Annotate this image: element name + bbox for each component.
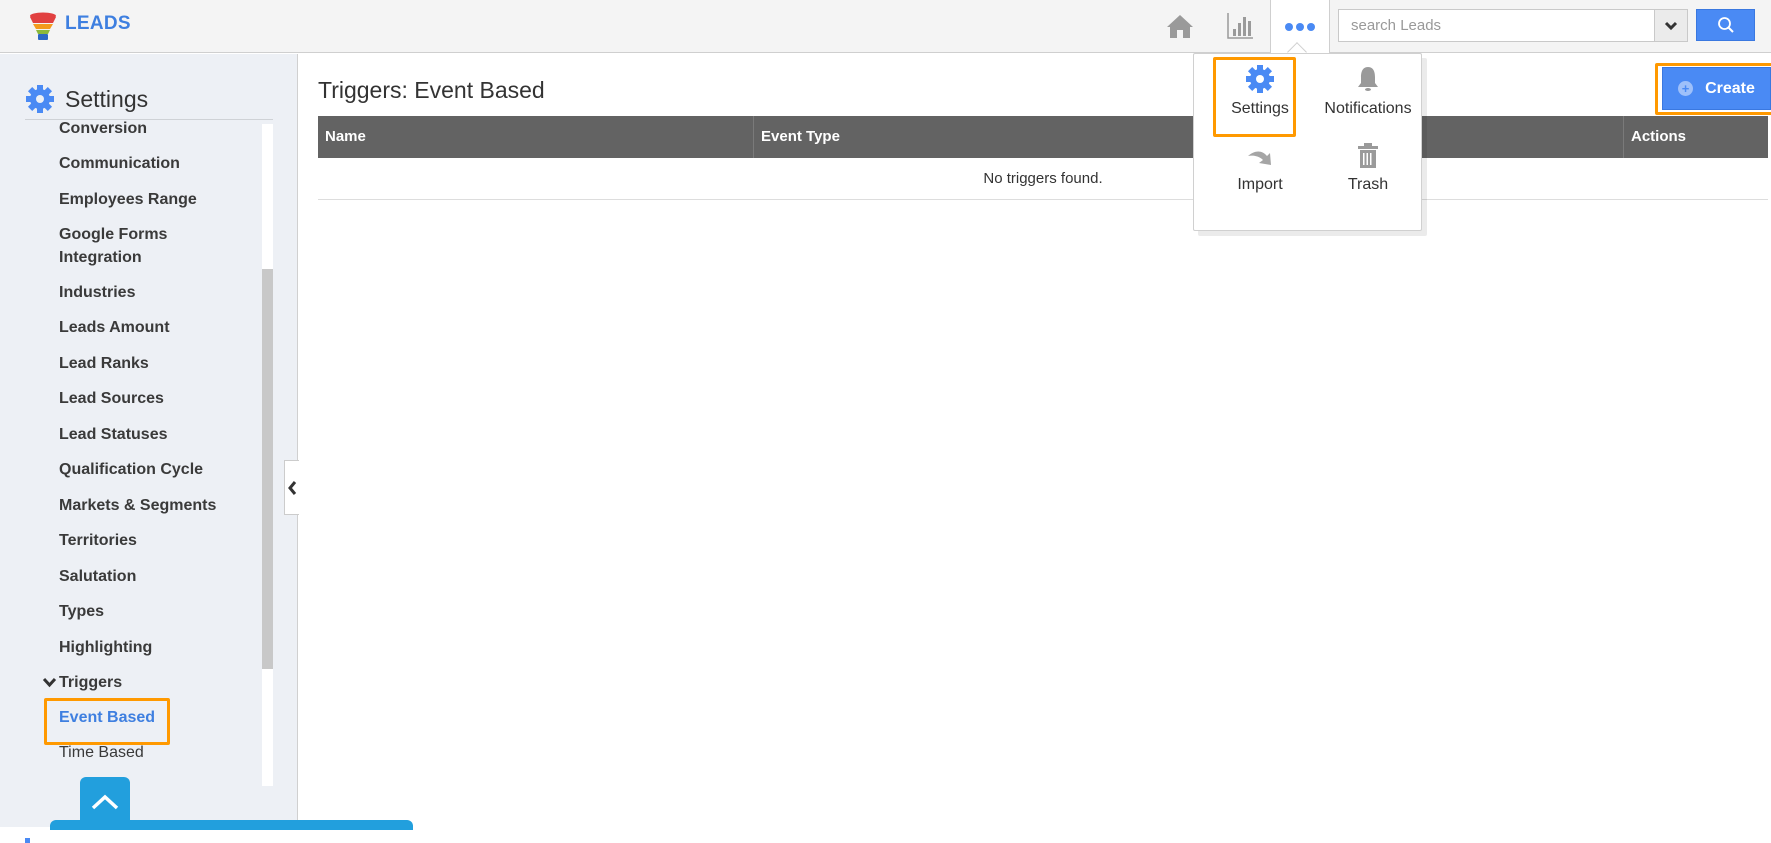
sidebar-item-employees-range[interactable]: Employees Range bbox=[59, 188, 197, 211]
sidebar-item-lead-ranks[interactable]: Lead Ranks bbox=[59, 352, 149, 375]
menu-item-notifications[interactable]: Notifications bbox=[1318, 64, 1418, 118]
sidebar-subitem-time-based[interactable]: Time Based bbox=[59, 744, 144, 762]
sidebar-scrollbar-thumb[interactable] bbox=[262, 269, 273, 669]
chevron-up-icon bbox=[91, 794, 119, 810]
sidebar-header: Settings bbox=[25, 79, 273, 120]
app-name[interactable]: LEADS bbox=[65, 13, 131, 35]
scroll-up-button[interactable] bbox=[80, 777, 130, 827]
sidebar-item-territories[interactable]: Territories bbox=[59, 529, 137, 552]
home-button[interactable] bbox=[1163, 10, 1197, 42]
sidebar-item-lead-statuses[interactable]: Lead Statuses bbox=[59, 423, 167, 446]
menu-item-trash-label: Trash bbox=[1347, 176, 1389, 193]
chevron-down-icon bbox=[42, 677, 57, 688]
chevron-down-icon bbox=[1664, 21, 1678, 30]
column-header-actions: Actions bbox=[1623, 116, 1768, 158]
event-based-highlight-frame bbox=[44, 698, 170, 745]
table-header: Name Event Type Actions bbox=[318, 116, 1768, 158]
menu-item-import[interactable]: Import bbox=[1210, 146, 1310, 194]
sidebar-item-qualification-cycle[interactable]: Qualification Cycle bbox=[59, 458, 203, 481]
menu-item-import-label: Import bbox=[1237, 176, 1283, 193]
menu-item-trash[interactable]: Trash bbox=[1318, 142, 1418, 194]
sidebar-item-communication[interactable]: Communication bbox=[59, 152, 180, 175]
settings-menu-highlight-frame bbox=[1213, 57, 1296, 137]
sidebar-item-salutation[interactable]: Salutation bbox=[59, 565, 136, 588]
sidebar-item-leads-amount[interactable]: Leads Amount bbox=[59, 316, 170, 339]
sidebar-title: Settings bbox=[65, 85, 149, 112]
create-button-highlight-frame bbox=[1655, 63, 1771, 115]
search-icon bbox=[1717, 17, 1734, 33]
gear-icon bbox=[26, 85, 54, 113]
import-arrow-icon bbox=[1248, 151, 1271, 165]
more-icon bbox=[1284, 23, 1317, 31]
bell-icon bbox=[1358, 67, 1378, 91]
sidebar-item-industries[interactable]: Industries bbox=[59, 281, 135, 304]
chart-icon bbox=[1227, 13, 1253, 39]
sidebar-item-conversion[interactable]: Conversion bbox=[59, 121, 147, 140]
top-bar: LEADS bbox=[0, 0, 1771, 54]
chevron-left-icon bbox=[288, 480, 297, 495]
page-title: Triggers: Event Based bbox=[318, 77, 545, 103]
sidebar-item-markets-segments[interactable]: Markets & Segments bbox=[59, 494, 216, 517]
column-header-event-type[interactable]: Event Type bbox=[753, 116, 1188, 158]
sidebar-item-highlighting[interactable]: Highlighting bbox=[59, 636, 152, 659]
menu-item-notifications-label: Notifications bbox=[1324, 100, 1412, 117]
triggers-table: Name Event Type Actions No triggers foun… bbox=[318, 116, 1768, 200]
sidebar-item-triggers-label: Triggers bbox=[59, 674, 123, 691]
sidebar-horizontal-scrollbar-thumb[interactable] bbox=[25, 838, 30, 843]
leads-funnel-logo-icon bbox=[30, 12, 56, 40]
sidebar-horizontal-scrollbar[interactable] bbox=[25, 838, 261, 843]
settings-sidebar: Settings Conversion Communication Employ… bbox=[0, 54, 298, 843]
reports-button[interactable] bbox=[1223, 10, 1257, 42]
column-header-name[interactable]: Name bbox=[318, 116, 753, 158]
search-button[interactable] bbox=[1696, 9, 1755, 41]
sidebar-item-triggers[interactable]: Triggers bbox=[42, 671, 122, 694]
sidebar-item-types[interactable]: Types bbox=[59, 600, 104, 623]
home-icon bbox=[1167, 15, 1193, 38]
sidebar-item-google-forms-integration[interactable]: Google Forms Integration bbox=[59, 223, 209, 269]
sidebar-item-lead-sources[interactable]: Lead Sources bbox=[59, 387, 164, 410]
collapse-sidebar-button[interactable] bbox=[284, 460, 299, 515]
trash-icon bbox=[1358, 143, 1378, 168]
search-input[interactable] bbox=[1338, 9, 1655, 42]
empty-table-message: No triggers found. bbox=[318, 158, 1768, 200]
search-filter-dropdown[interactable] bbox=[1654, 9, 1688, 42]
